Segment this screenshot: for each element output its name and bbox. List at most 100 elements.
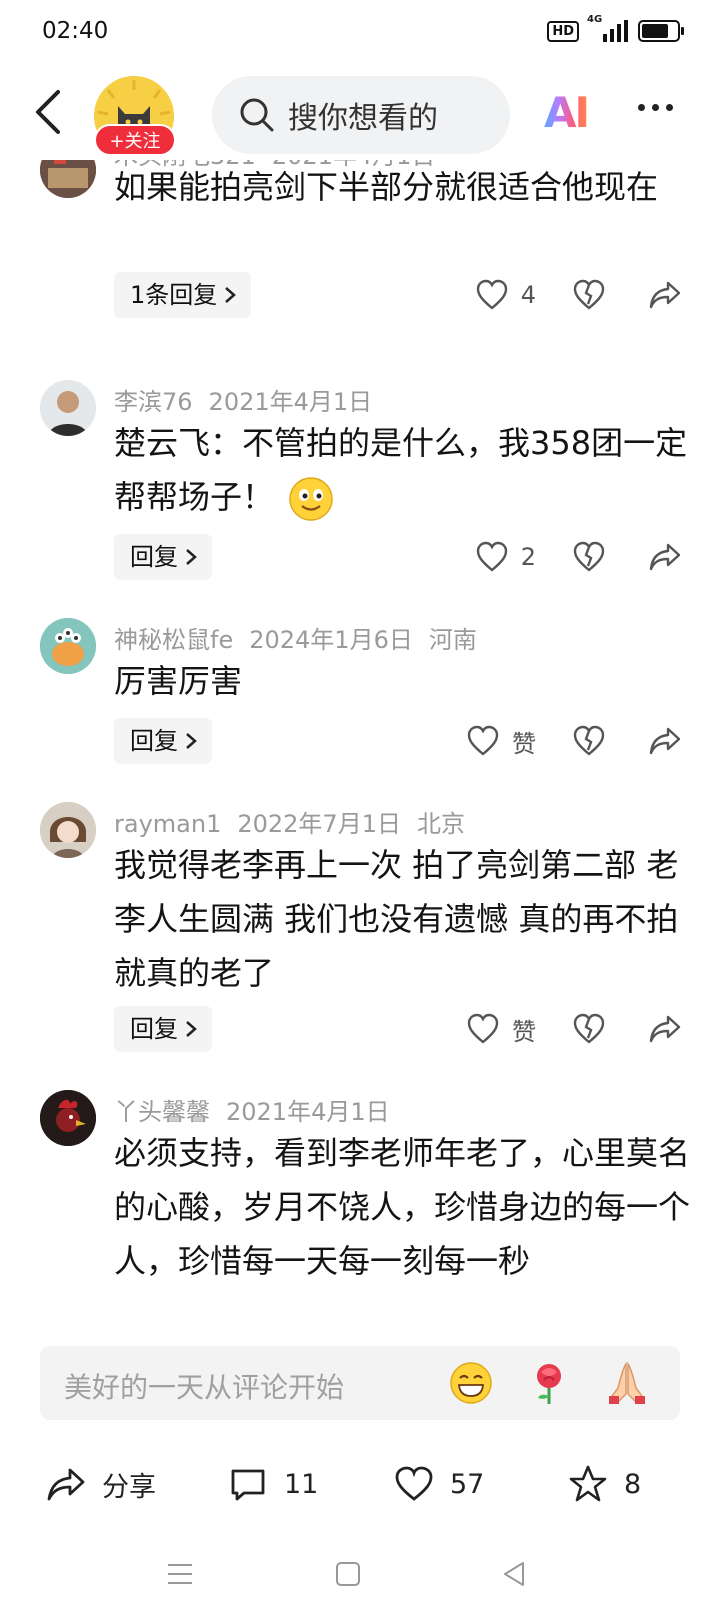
like-post-button[interactable]: 57 [394, 1464, 484, 1504]
broken-heart-icon [573, 1013, 605, 1044]
reply-label: 回复 [130, 543, 178, 571]
reply-button[interactable]: 回复 [114, 718, 212, 764]
comment-date: 2021年4月1日 [226, 1098, 390, 1126]
chevron-right-icon [186, 733, 197, 749]
heart-icon [395, 1466, 433, 1501]
comment-text: 如果能拍亮剑下半部分就很适合他现在 [114, 168, 659, 206]
chevron-right-icon [186, 549, 197, 565]
network-type: 4G [587, 14, 603, 25]
favorite-button[interactable]: 8 [568, 1464, 641, 1504]
chevron-right-icon [186, 1021, 197, 1037]
comment-date: 2021年4月1日 [208, 388, 373, 416]
hd-icon: HD [547, 20, 579, 42]
comment-meta: rayman1 2022年7月1日 北京 [114, 804, 481, 839]
like-count-total: 57 [450, 1468, 485, 1500]
comment-actions: 2 [475, 534, 682, 580]
reply-label: 1条回复 [130, 281, 218, 309]
comment-actions: 赞 [466, 718, 682, 764]
comment-list[interactable]: 木头刚毛3212021年4月1日 如果能拍亮剑下半部分就很适合他现在 1条回复 … [0, 160, 720, 1346]
comment-username[interactable]: 丫头馨馨 [114, 1098, 210, 1126]
user-photo-icon [40, 380, 96, 436]
more-button[interactable] [638, 104, 673, 111]
share-arrow-icon [649, 281, 681, 309]
home-icon[interactable] [332, 1558, 364, 1590]
menu-icon[interactable] [164, 1558, 196, 1590]
grin-emoji-icon[interactable] [448, 1360, 494, 1406]
comment-bubble-icon [231, 1469, 265, 1501]
favorite-count: 8 [624, 1468, 642, 1500]
ai-button[interactable]: AI [544, 88, 590, 137]
top-header: +关注 搜你想看的 AI [0, 64, 720, 160]
comment-location: 河南 [428, 626, 477, 654]
like-button[interactable]: 赞 [466, 724, 536, 759]
comment-username[interactable]: 神秘松鼠fe [114, 626, 233, 654]
heart-icon [467, 725, 499, 756]
like-count: 4 [520, 281, 536, 309]
share-comment-button[interactable] [648, 540, 682, 574]
avatar[interactable] [40, 1090, 96, 1146]
broken-heart-icon [573, 541, 605, 572]
smiley-emoji-icon [289, 477, 333, 521]
search-icon [240, 98, 274, 132]
rooster-avatar-icon [40, 1090, 96, 1146]
comment-meta: 丫头馨馨 2021年4月1日 [114, 1092, 406, 1127]
status-icons: HD 4G [547, 14, 684, 42]
avatar[interactable] [40, 160, 96, 198]
comment-actions: 赞 [466, 1006, 682, 1052]
user-photo-icon [40, 160, 96, 198]
search-bar[interactable]: 搜你想看的 [212, 76, 510, 154]
comment-text: 厉害厉害 [114, 662, 243, 700]
like-button[interactable]: 赞 [466, 1012, 536, 1047]
comment-count: 11 [284, 1468, 319, 1500]
avatar[interactable] [40, 380, 96, 436]
comment-input[interactable]: 美好的一天从评论开始 [40, 1346, 680, 1420]
share-comment-button[interactable] [648, 724, 682, 758]
pray-hands-emoji-icon[interactable] [604, 1360, 650, 1406]
comment-text: 我觉得老李再上一次 拍了亮剑第二部 老李人生圆满 我们也没有遗憾 真的再不拍就真… [114, 846, 679, 992]
avatar[interactable] [40, 802, 96, 858]
dislike-button[interactable] [572, 278, 606, 312]
share-arrow-icon [649, 727, 681, 755]
heart-icon [476, 541, 507, 572]
comment-button[interactable]: 11 [228, 1464, 318, 1504]
share-button[interactable]: 分享 [46, 1464, 156, 1504]
dislike-button[interactable] [572, 540, 606, 574]
anime-avatar-icon [40, 802, 96, 858]
signal-icon: 4G [587, 14, 628, 42]
battery-icon [638, 20, 684, 42]
avatar[interactable] [40, 618, 96, 674]
status-bar: 02:40 HD 4G [0, 0, 720, 64]
like-button[interactable]: 4 [475, 278, 536, 312]
comment-username[interactable]: rayman1 [114, 810, 221, 838]
comment-text: 楚云飞：不管拍的是什么，我358团一定帮帮场子！ [114, 416, 692, 524]
share-arrow-icon [649, 543, 681, 571]
share-comment-button[interactable] [648, 1012, 682, 1046]
like-count: 赞 [512, 1017, 536, 1046]
reply-button[interactable]: 回复 [114, 534, 212, 580]
rose-emoji-icon[interactable] [526, 1360, 572, 1406]
back-button[interactable] [30, 88, 70, 136]
broken-heart-icon [573, 279, 605, 310]
monster-avatar-icon [40, 618, 96, 674]
chevron-right-icon [225, 287, 237, 303]
share-label: 分享 [102, 1471, 156, 1503]
back-triangle-icon[interactable] [498, 1558, 530, 1590]
chevron-left-icon [36, 90, 60, 134]
comment-actions: 4 [475, 272, 682, 318]
status-time: 02:40 [42, 18, 109, 44]
reply-button[interactable]: 回复 [114, 1006, 212, 1052]
like-button[interactable]: 2 [475, 540, 536, 574]
comment-text-content: 楚云飞：不管拍的是什么，我358团一定帮帮场子！ [114, 424, 688, 516]
heart-icon [467, 1013, 499, 1044]
dislike-button[interactable] [572, 1012, 606, 1046]
share-arrow-icon [649, 1015, 681, 1043]
comment-meta: 李滨76 2021年4月1日 [114, 382, 388, 417]
comment-input-placeholder: 美好的一天从评论开始 [64, 1371, 345, 1404]
follow-button[interactable]: +关注 [94, 124, 176, 156]
comment-location: 北京 [416, 810, 465, 838]
dislike-button[interactable] [572, 724, 606, 758]
comment-username[interactable]: 李滨76 [114, 388, 193, 416]
reply-button[interactable]: 1条回复 [114, 272, 252, 318]
share-comment-button[interactable] [648, 278, 682, 312]
comment-text: 必须支持，看到李老师年老了，心里莫名的心酸，岁月不饶人，珍惜身边的每一个人，珍惜… [114, 1134, 691, 1280]
